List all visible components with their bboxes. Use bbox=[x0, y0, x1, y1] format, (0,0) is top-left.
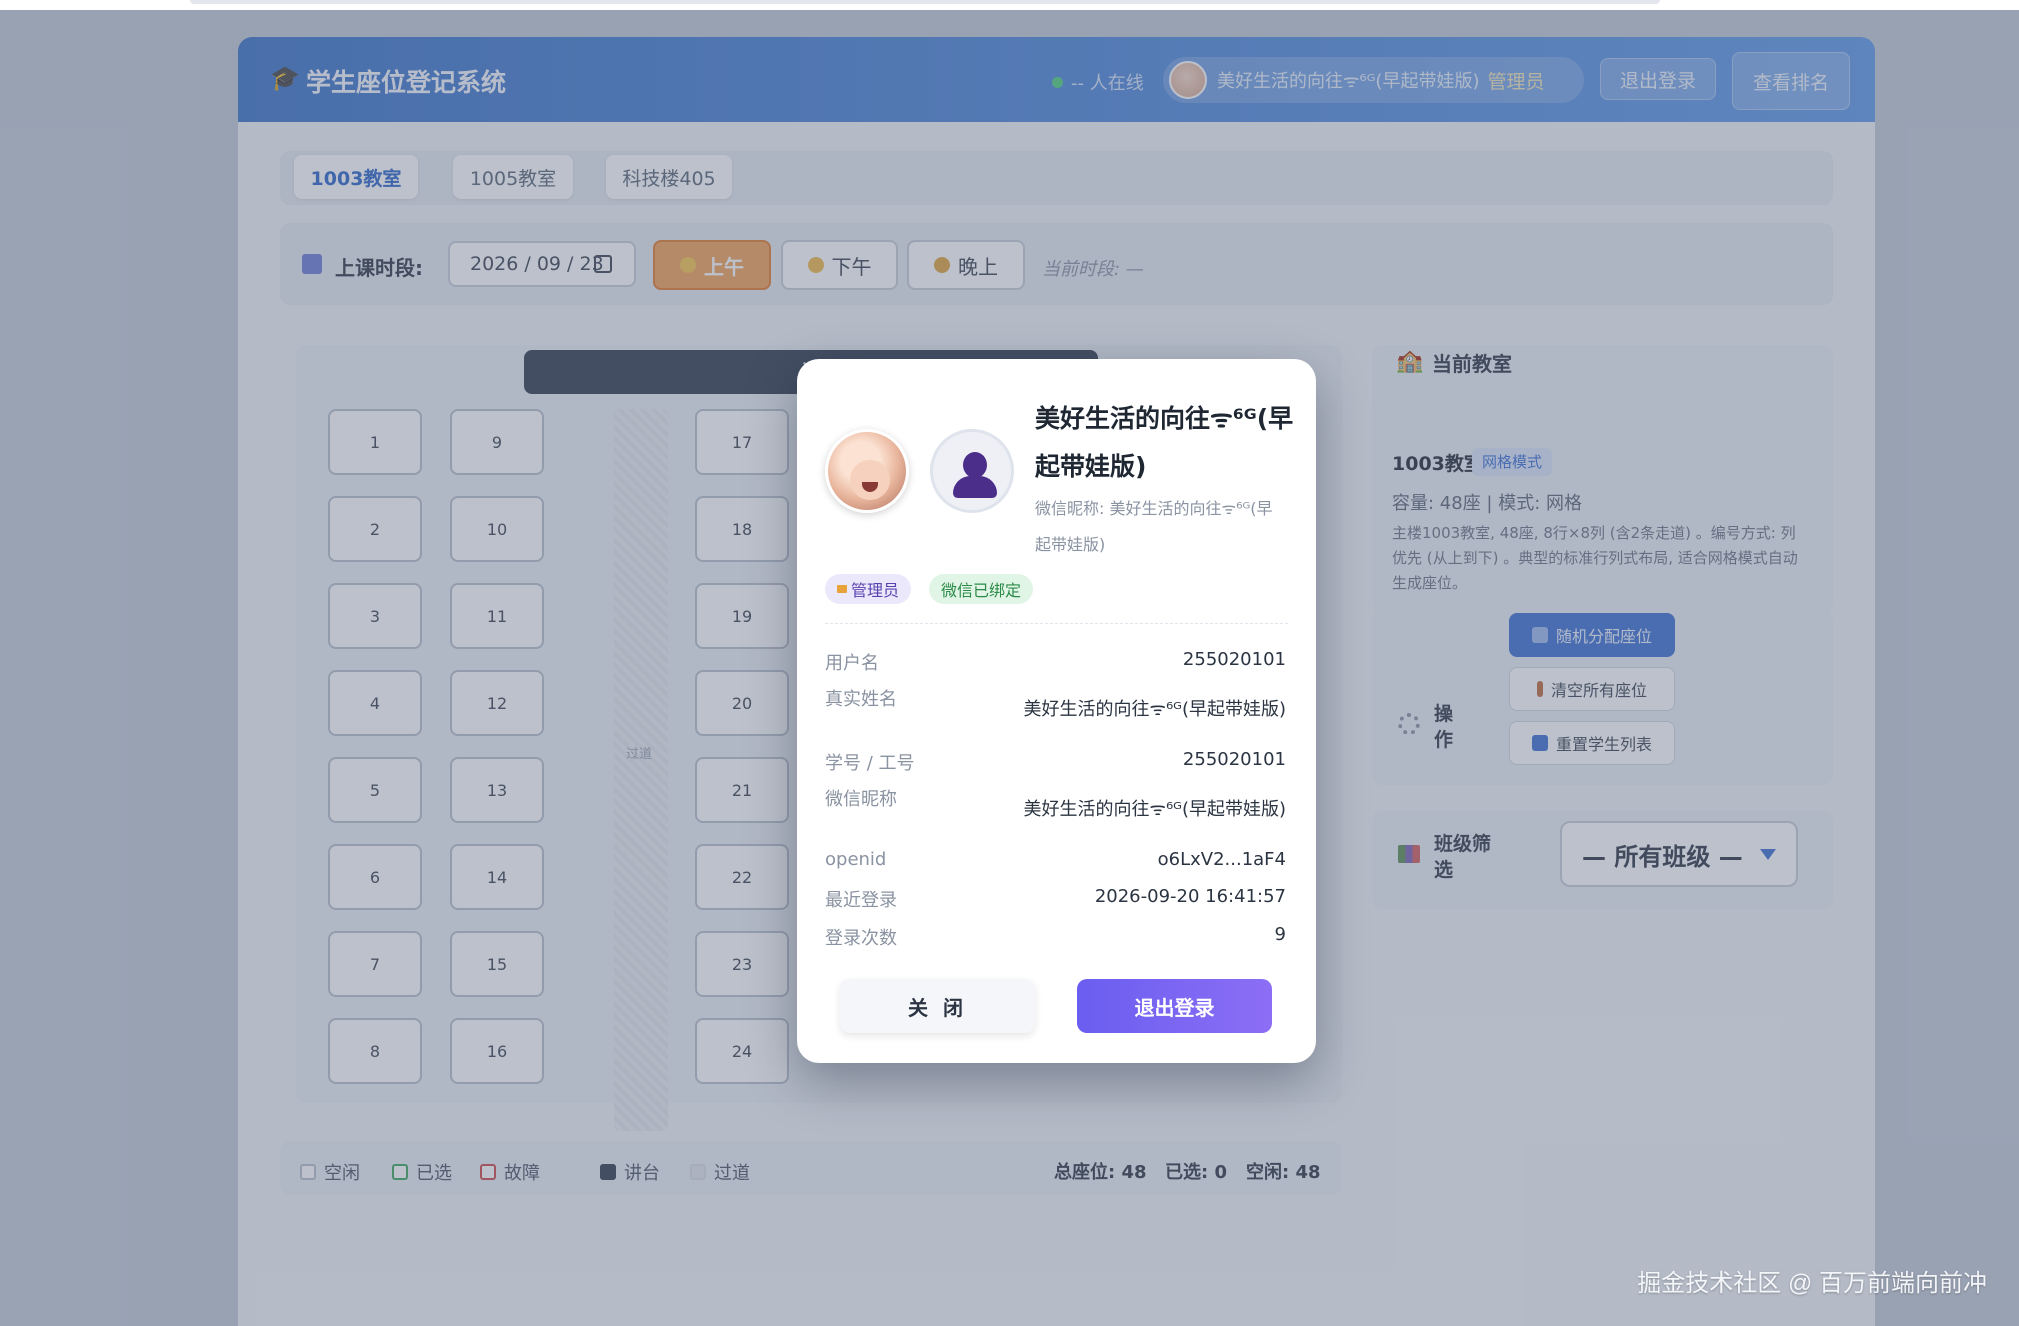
divider bbox=[825, 623, 1288, 624]
scrollbar-track bbox=[190, 0, 1660, 4]
row-key-login-count: 登录次数 bbox=[825, 928, 897, 949]
row-value-login-count: 9 bbox=[1274, 924, 1286, 945]
row-value-username: 255020101 bbox=[1182, 649, 1286, 670]
row-key-last-login: 最近登录 bbox=[825, 890, 897, 911]
row-key-real-name: 真实姓名 bbox=[825, 689, 897, 710]
row-key-username: 用户名 bbox=[825, 653, 879, 674]
row-value-openid: o6LxV2...1aF4 bbox=[1157, 849, 1286, 870]
user-profile-modal: 美好生活的向往ᯤ⁶ᴳ(早起带娃版) 微信昵称: 美好生活的向往ᯤ⁶ᴳ(早起带娃版… bbox=[797, 359, 1316, 1063]
row-key-wechat-nick: 微信昵称 bbox=[825, 789, 897, 810]
row-key-openid: openid bbox=[825, 849, 887, 870]
avatar bbox=[825, 429, 909, 513]
avatar-face bbox=[850, 460, 890, 500]
wechat-bound-badge: 微信已绑定 bbox=[929, 574, 1034, 604]
silhouette-head bbox=[963, 452, 987, 478]
close-button[interactable]: 关 闭 bbox=[840, 979, 1035, 1033]
row-key-student-id: 学号 / 工号 bbox=[825, 753, 915, 774]
admin-badge-label: 管理员 bbox=[851, 581, 900, 600]
profile-name: 美好生活的向往ᯤ⁶ᴳ(早起带娃版) bbox=[1035, 404, 1294, 481]
logout-button[interactable]: 退出登录 bbox=[1077, 979, 1272, 1033]
row-value-student-id: 255020101 bbox=[1182, 749, 1286, 770]
silhouette-body bbox=[953, 476, 997, 498]
watermark: 掘金技术社区 @ 百万前端向前冲 bbox=[1637, 1270, 1987, 1297]
row-value-last-login: 2026-09-20 16:41:57 bbox=[1094, 886, 1286, 907]
admin-badge: 管理员 bbox=[825, 574, 912, 604]
profile-nickname: 微信昵称: 美好生活的向往ᯤ⁶ᴳ(早起带娃版) bbox=[1035, 499, 1273, 554]
crown-icon bbox=[837, 585, 847, 593]
browser-top-strip bbox=[0, 0, 2019, 10]
row-value-wechat-nick: 美好生活的向往ᯤ⁶ᴳ(早起带娃版) bbox=[1023, 799, 1286, 820]
user-silhouette-icon bbox=[930, 429, 1014, 513]
row-value-real-name: 美好生活的向往ᯤ⁶ᴳ(早起带娃版) bbox=[1023, 699, 1286, 720]
